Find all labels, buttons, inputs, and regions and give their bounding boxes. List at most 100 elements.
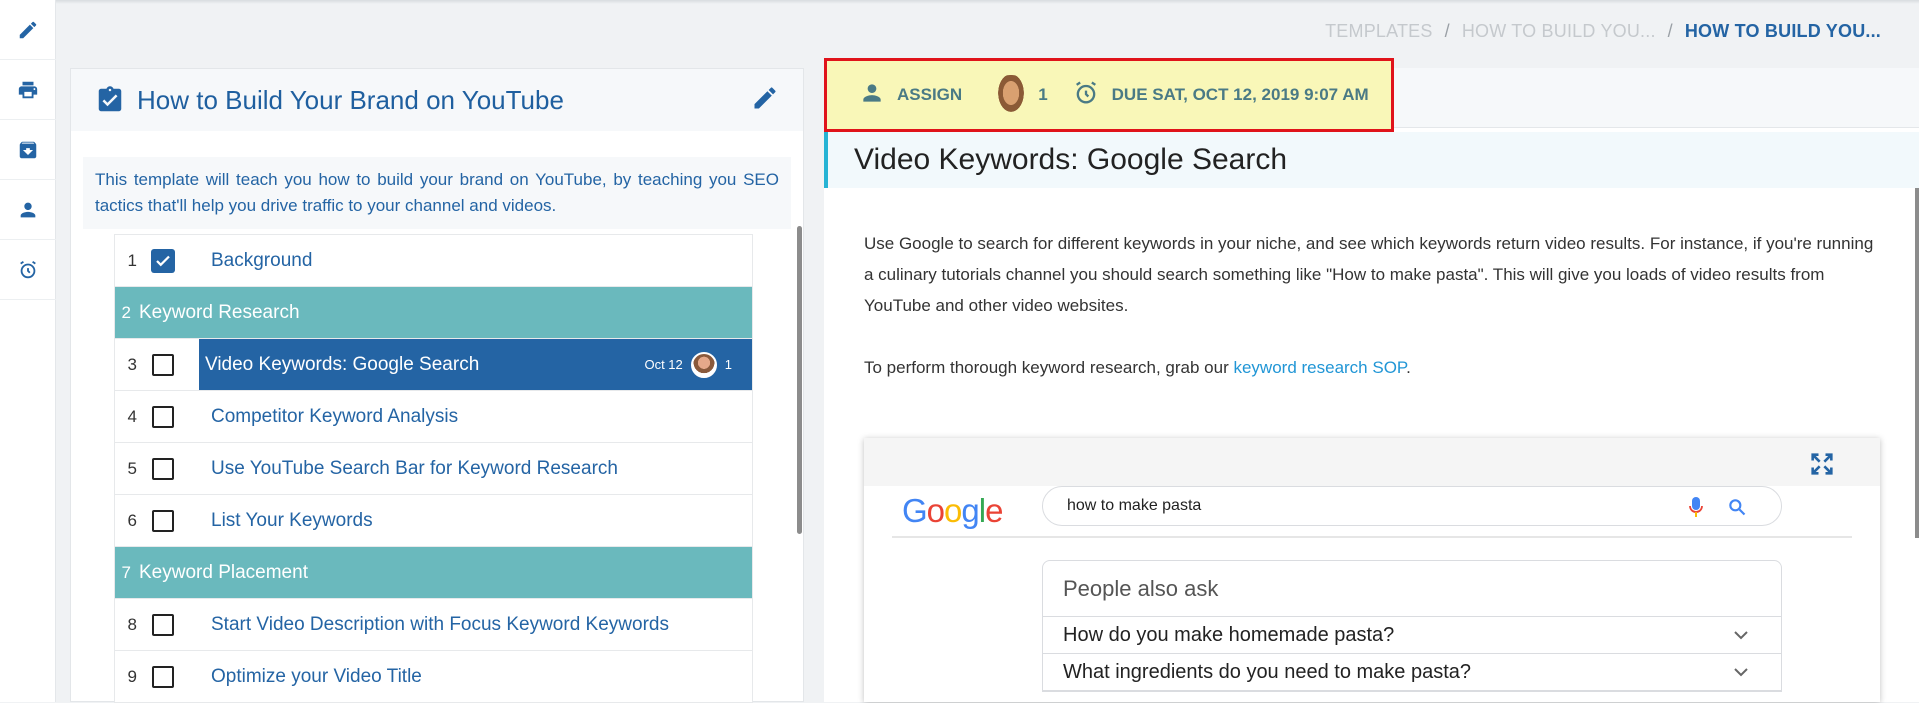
clipboard-check-icon (98, 86, 122, 112)
image-toolbar (864, 438, 1880, 486)
edit-template-button[interactable] (751, 84, 779, 117)
people-also-ask: People also ask How do you make homemade… (1042, 560, 1782, 692)
task-list: 1 Background 2 Keyword Research 3 Video … (114, 234, 753, 703)
person-icon (20, 202, 36, 217)
topbar-shadow (56, 0, 1919, 4)
task-label-text: Video Keywords: Google Search (205, 353, 480, 375)
task-title-bar: Video Keywords: Google Search (824, 132, 1919, 188)
checkbox-empty-icon (152, 457, 174, 480)
task-number: 7 (121, 562, 131, 582)
paa-item: How do you make homemade pasta? (1043, 617, 1781, 654)
task-number: 8 (127, 614, 137, 634)
task-paragraph: Use Google to search for different keywo… (864, 234, 1874, 315)
task-assignee-count: 1 (724, 357, 732, 372)
task-label[interactable]: Start Video Description with Focus Keywo… (205, 599, 752, 650)
archive-icon (19, 141, 37, 158)
assign-button[interactable]: ASSIGN (897, 85, 962, 105)
breadcrumb-separator: / (1667, 21, 1673, 41)
template-title: How to Build Your Brand on YouTube (137, 84, 564, 115)
search-icon (1729, 499, 1746, 516)
paragraph-text: . (1406, 358, 1411, 377)
chevron-down-icon (1734, 631, 1748, 640)
assign-highlight-box: ASSIGN 1 DUE SAT, OCT 12, 2019 9:07 AM (824, 58, 1394, 132)
person-icon (859, 80, 885, 111)
breadcrumb-item-templates[interactable]: TEMPLATES (1325, 21, 1433, 42)
checkbox-empty-icon (152, 665, 174, 688)
task-row[interactable]: 4 Competitor Keyword Analysis (114, 391, 753, 443)
sop-link[interactable]: keyword research SOP (1233, 358, 1406, 377)
assignee-count: 1 (1038, 85, 1048, 104)
checkbox-empty-icon (152, 613, 174, 636)
divider (892, 536, 1852, 538)
edit-button[interactable] (0, 0, 56, 60)
task-checkbox[interactable] (149, 663, 177, 691)
pencil-icon (754, 86, 776, 108)
chevron-down-icon (1734, 668, 1748, 677)
task-number: 5 (127, 458, 137, 478)
task-row-active[interactable]: 3 Video Keywords: Google Search Oct 12 1 (114, 339, 753, 391)
task-detail-panel: ASSIGN 1 DUE SAT, OCT 12, 2019 9:07 AM V… (824, 58, 1919, 702)
task-meta: Oct 12 1 (644, 351, 732, 378)
alarm-icon (1048, 79, 1100, 112)
breadcrumb: TEMPLATES / HOW TO BUILD YOU... / HOW TO… (1325, 21, 1881, 42)
task-row[interactable]: 1 Background (114, 235, 753, 287)
checkbox-empty-icon (152, 509, 174, 532)
template-header: How to Build Your Brand on YouTube (71, 69, 803, 131)
task-heading-label[interactable]: Keyword Placement (139, 547, 752, 598)
assignee-avatar[interactable] (996, 75, 1027, 115)
task-title: Video Keywords: Google Search (854, 143, 1288, 176)
embedded-image: Google how to make pasta People also ask… (864, 438, 1880, 702)
task-label[interactable]: Use YouTube Search Bar for Keyword Resea… (205, 443, 752, 494)
task-number: 3 (127, 354, 137, 374)
task-number: 6 (127, 510, 137, 530)
task-label[interactable]: Optimize your Video Title (205, 651, 752, 702)
alarm-icon (20, 260, 36, 278)
microphone-icon (1689, 497, 1703, 517)
print-button[interactable] (0, 60, 56, 120)
expand-icon[interactable] (1808, 450, 1836, 478)
task-label[interactable]: Competitor Keyword Analysis (205, 391, 752, 442)
task-paragraph: To perform thorough keyword research, gr… (864, 352, 1874, 383)
task-number: 1 (127, 250, 137, 270)
breadcrumb-separator: / (1444, 21, 1450, 41)
print-icon (18, 81, 38, 98)
task-list-scrollbar[interactable] (797, 226, 802, 534)
paa-question: How do you make homemade pasta? (1063, 623, 1395, 646)
checkbox-empty-icon (152, 405, 174, 428)
task-checkbox[interactable] (149, 455, 177, 483)
paragraph-text: To perform thorough keyword research, gr… (864, 358, 1234, 377)
task-checkbox[interactable] (149, 403, 177, 431)
task-heading-label[interactable]: Keyword Research (139, 287, 752, 338)
task-checkbox[interactable] (149, 507, 177, 535)
task-checkbox[interactable] (149, 247, 177, 275)
task-checkbox[interactable] (149, 611, 177, 639)
task-heading-row[interactable]: 2 Keyword Research (114, 287, 753, 339)
reminders-button[interactable] (0, 240, 56, 300)
assignee-avatar (690, 351, 717, 378)
breadcrumb-item-template[interactable]: HOW TO BUILD YOU... (1462, 21, 1656, 42)
pencil-icon (19, 21, 37, 38)
task-content: Use Google to search for different keywo… (864, 228, 1874, 414)
task-label[interactable]: List Your Keywords (205, 495, 752, 546)
task-number: 4 (127, 406, 137, 426)
task-row[interactable]: 8 Start Video Description with Focus Key… (114, 599, 753, 651)
task-row[interactable]: 6 List Your Keywords (114, 495, 753, 547)
task-number: 9 (127, 666, 137, 686)
search-query: how to make pasta (1067, 497, 1202, 514)
checkbox-empty-icon (152, 353, 174, 376)
task-checkbox[interactable] (149, 351, 177, 379)
task-heading-row[interactable]: 7 Keyword Placement (114, 547, 753, 599)
paa-item: What ingredients do you need to make pas… (1043, 654, 1781, 691)
paa-question: What ingredients do you need to make pas… (1063, 660, 1472, 683)
task-row[interactable]: 9 Optimize your Video Title (114, 651, 753, 703)
due-date-button[interactable]: DUE SAT, OCT 12, 2019 9:07 AM (1112, 85, 1369, 105)
archive-button[interactable] (0, 120, 56, 180)
task-row[interactable]: 5 Use YouTube Search Bar for Keyword Res… (114, 443, 753, 495)
task-label[interactable]: Background (205, 235, 752, 286)
content-scrollbar[interactable] (1915, 188, 1919, 538)
checkbox-checked-icon (151, 248, 175, 273)
template-description: This template will teach you how to buil… (83, 157, 791, 229)
breadcrumb-item-current[interactable]: HOW TO BUILD YOU... (1685, 21, 1881, 42)
task-label[interactable]: Video Keywords: Google Search Oct 12 1 (199, 339, 752, 390)
users-button[interactable] (0, 180, 56, 240)
